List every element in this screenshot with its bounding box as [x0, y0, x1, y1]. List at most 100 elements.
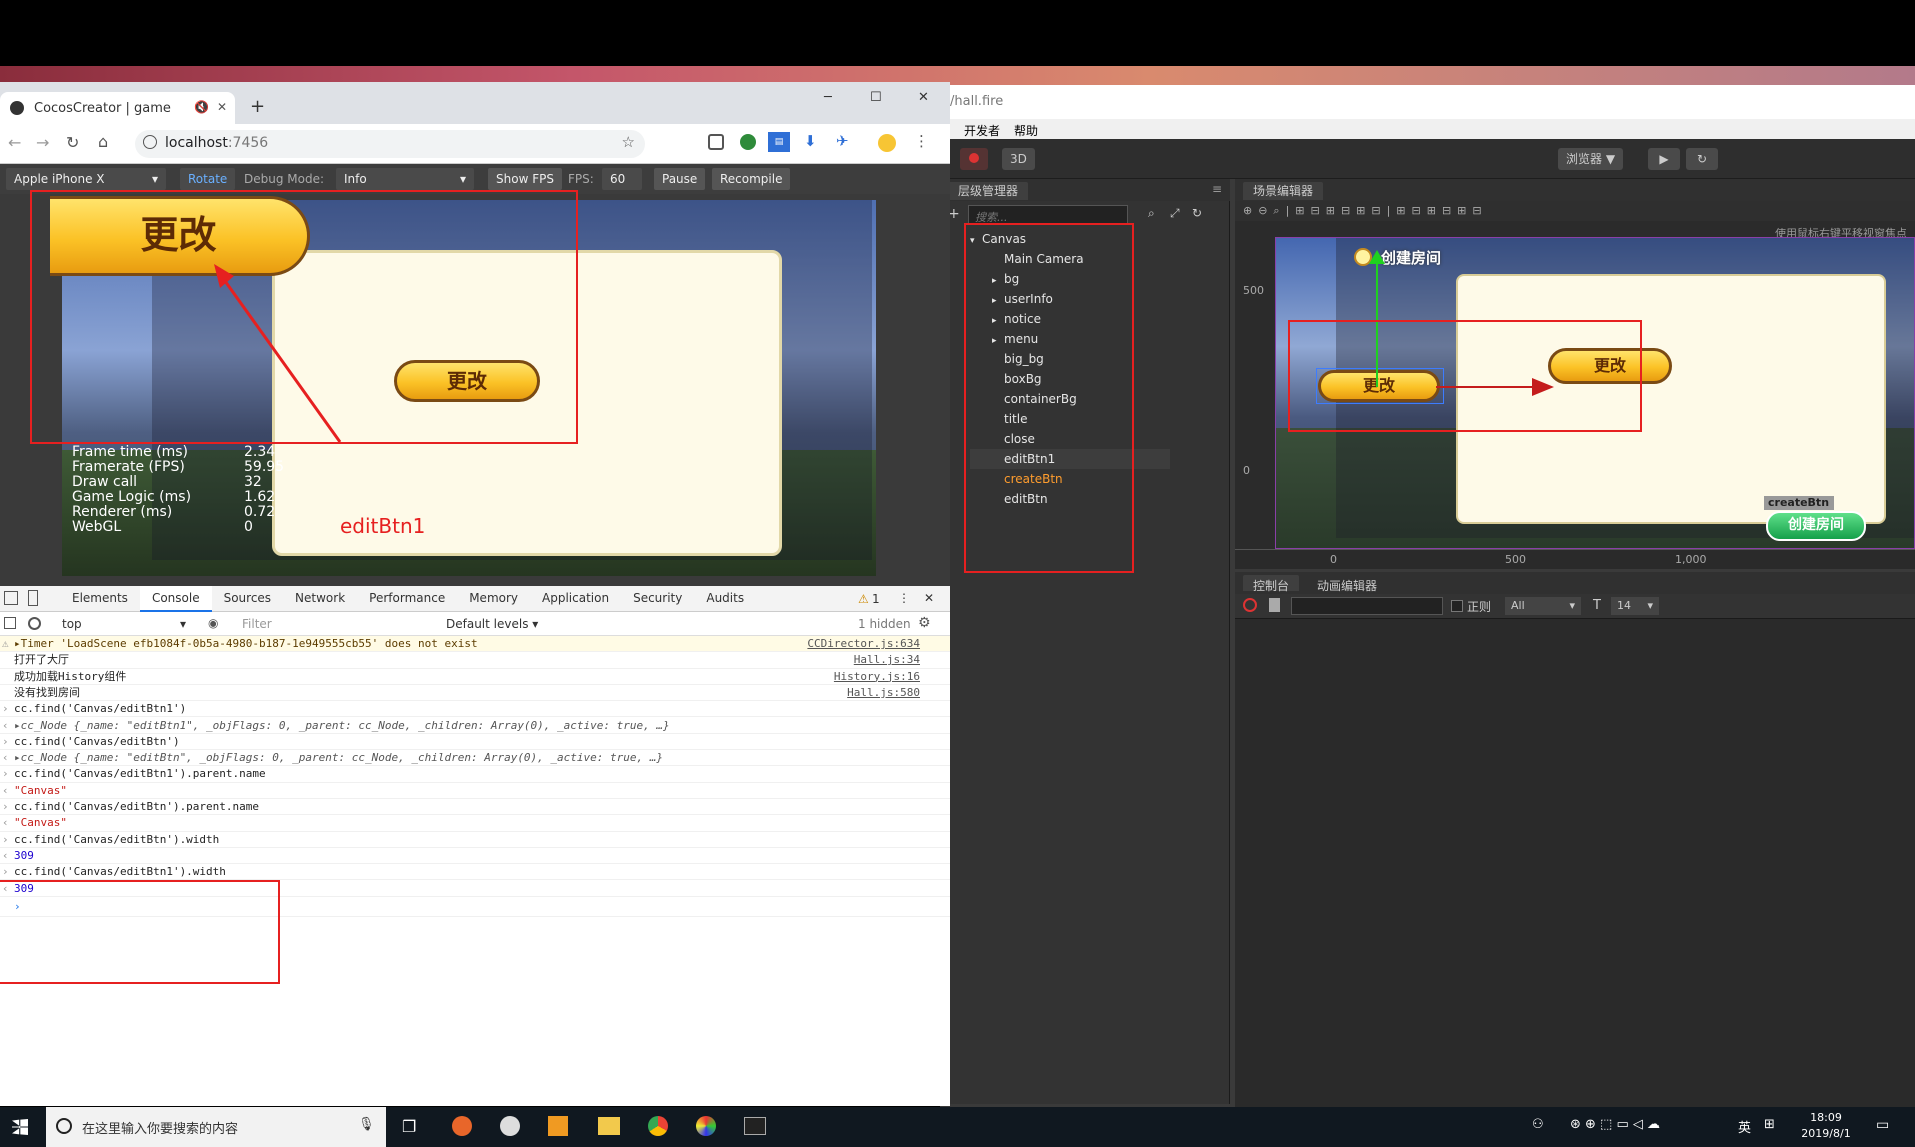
fps-input[interactable]: 60: [602, 168, 642, 190]
hierarchy-header: 层级管理器 ≡: [940, 179, 1230, 201]
reload-icon[interactable]: ↻: [66, 133, 79, 152]
people-icon[interactable]: ⚇: [1532, 1117, 1544, 1132]
console-text: ▸cc_Node {_name: "editBtn1", _objFlags: …: [14, 718, 670, 732]
panel-menu-icon[interactable]: ≡: [1212, 182, 1222, 196]
bookmark-star-icon[interactable]: ☆: [622, 133, 635, 151]
hierarchy-search-input[interactable]: 搜索...: [968, 205, 1128, 225]
forward-icon[interactable]: →: [36, 133, 49, 152]
clear-console-icon[interactable]: [28, 617, 41, 630]
toggle-3d-button[interactable]: 3D: [1002, 148, 1035, 170]
inspect-icon[interactable]: [4, 591, 18, 605]
scene-title[interactable]: 场景编辑器: [1243, 182, 1324, 200]
console-prefix-icon: ›: [2, 734, 9, 748]
extension-new-icon[interactable]: ▤: [768, 132, 790, 152]
regex-checkbox[interactable]: [1451, 600, 1463, 612]
close-window-button[interactable]: ✕: [918, 90, 929, 105]
sublime-icon[interactable]: [548, 1116, 568, 1136]
menu-help[interactable]: 帮助: [1014, 122, 1038, 138]
devtools-tab[interactable]: Console: [139, 586, 212, 612]
debug-mode-select[interactable]: Info ▾: [336, 168, 474, 190]
console-filter-input[interactable]: Filter: [236, 614, 436, 634]
console-source-link[interactable]: Hall.js:580: [847, 685, 920, 700]
refresh-hierarchy-icon[interactable]: ↻: [1192, 206, 1202, 220]
show-fps-button[interactable]: Show FPS: [488, 168, 562, 190]
tray-icons[interactable]: ⊛ ⊕ ⬚ ▭ ◁ ☁: [1570, 1117, 1660, 1132]
address-bar[interactable]: localhost:7456 ☆: [135, 130, 645, 158]
file-explorer-icon[interactable]: [598, 1117, 620, 1135]
record-icon[interactable]: [960, 148, 988, 170]
recompile-button[interactable]: Recompile: [712, 168, 791, 190]
close-tab-icon[interactable]: ✕: [217, 100, 227, 114]
console-source-link[interactable]: History.js:16: [834, 669, 920, 684]
mute-icon[interactable]: 🔇: [194, 100, 209, 114]
devtools-tab[interactable]: Audits: [694, 586, 756, 612]
menu-developer[interactable]: 开发者: [964, 122, 1000, 138]
browser-tab[interactable]: CocosCreator | game 🔇 ✕: [0, 92, 235, 124]
warning-count[interactable]: 1: [872, 592, 880, 606]
scene-align-toolbar[interactable]: ⊕⊖⌕|⊞⊟⊞⊟⊞⊟|⊞⊟⊞⊟⊞⊟: [1235, 201, 1915, 221]
context-select[interactable]: top ▾: [56, 614, 192, 634]
eye-icon[interactable]: ◉: [208, 616, 218, 630]
task-view-icon[interactable]: ❐: [402, 1117, 416, 1136]
scene-create-btn[interactable]: 创建房间: [1766, 511, 1866, 541]
font-size-select[interactable]: 14 ▾: [1611, 597, 1659, 615]
scene-viewport[interactable]: 创建房间 更改 更改 createBtn 创建房间: [1275, 237, 1915, 549]
maximize-button[interactable]: ☐: [870, 90, 882, 105]
cocos-creator-icon[interactable]: [696, 1116, 716, 1136]
extension-bird-icon[interactable]: ✈: [836, 132, 849, 150]
settings-gear-icon[interactable]: ⚙: [918, 615, 931, 631]
chrome-icon[interactable]: [648, 1116, 668, 1136]
devtools-close-icon[interactable]: ✕: [924, 591, 934, 605]
devtools-tab[interactable]: Network: [283, 586, 357, 612]
shield-icon[interactable]: [708, 134, 724, 150]
minimize-button[interactable]: ─: [824, 90, 832, 105]
profile-avatar[interactable]: [878, 134, 896, 152]
terminal-icon[interactable]: [744, 1117, 766, 1135]
start-windows-icon[interactable]: [12, 1119, 28, 1135]
extension-globe-icon[interactable]: [740, 134, 756, 150]
keyboard-icon[interactable]: ⊞: [1764, 1117, 1775, 1132]
play-icon[interactable]: ▶: [1648, 148, 1680, 170]
tab-animation[interactable]: 动画编辑器: [1307, 575, 1387, 593]
firefox-icon[interactable]: [452, 1116, 472, 1136]
devtools-tab[interactable]: Memory: [457, 586, 530, 612]
devtools-tab[interactable]: Application: [530, 586, 621, 612]
devtools-tab[interactable]: Security: [621, 586, 694, 612]
pause-button[interactable]: Pause: [654, 168, 706, 190]
clock[interactable]: 18:09 2019/8/1: [1796, 1110, 1856, 1142]
devtools-tab[interactable]: Performance: [357, 586, 457, 612]
devtools-menu-icon[interactable]: ⋮: [898, 591, 910, 605]
hierarchy-title[interactable]: 层级管理器: [948, 182, 1029, 200]
preview-platform-select[interactable]: 浏览器 ▼: [1558, 148, 1624, 170]
back-icon[interactable]: ←: [8, 133, 21, 152]
info-icon[interactable]: [143, 135, 157, 149]
sidebar-toggle-icon[interactable]: [4, 617, 16, 629]
kebab-menu-icon[interactable]: ⋮: [914, 132, 929, 150]
tab-console[interactable]: 控制台: [1243, 575, 1300, 593]
refresh-icon[interactable]: ↻: [1686, 148, 1718, 170]
rotate-button[interactable]: Rotate: [180, 168, 236, 190]
console-entry: › cc.find('Canvas/editBtn'): [0, 734, 950, 751]
ime-indicator[interactable]: 英: [1738, 1117, 1751, 1136]
home-icon[interactable]: ⌂: [98, 132, 108, 151]
taskbar-search[interactable]: 在这里输入你要搜索的内容 🎙: [46, 1107, 386, 1147]
log-level-select[interactable]: All ▾: [1505, 597, 1581, 615]
new-tab-icon[interactable]: +: [250, 96, 265, 117]
log-levels-select[interactable]: Default levels ▾: [446, 617, 538, 631]
warning-icon[interactable]: ⚠: [858, 592, 869, 606]
devtools-tab[interactable]: Elements: [60, 586, 140, 612]
console-source-link[interactable]: CCDirector.js:634: [807, 636, 920, 651]
search-icon[interactable]: ⌕: [1148, 206, 1155, 221]
notification-icon[interactable]: ▭: [1876, 1117, 1889, 1133]
device-toggle-icon[interactable]: [28, 590, 38, 606]
devtools-tab[interactable]: Sources: [212, 586, 283, 612]
download-icon[interactable]: ⬇: [804, 132, 817, 150]
app-icon-2[interactable]: [500, 1116, 520, 1136]
clear-console-icon[interactable]: [1243, 598, 1257, 612]
microphone-icon[interactable]: 🎙: [358, 1117, 375, 1132]
expand-icon[interactable]: ⤢: [1170, 206, 1180, 221]
console-source-link[interactable]: Hall.js:34: [854, 652, 920, 667]
device-select[interactable]: Apple iPhone X ▾: [6, 168, 166, 190]
console-filter-input[interactable]: [1291, 597, 1443, 615]
open-log-icon[interactable]: [1269, 598, 1280, 612]
